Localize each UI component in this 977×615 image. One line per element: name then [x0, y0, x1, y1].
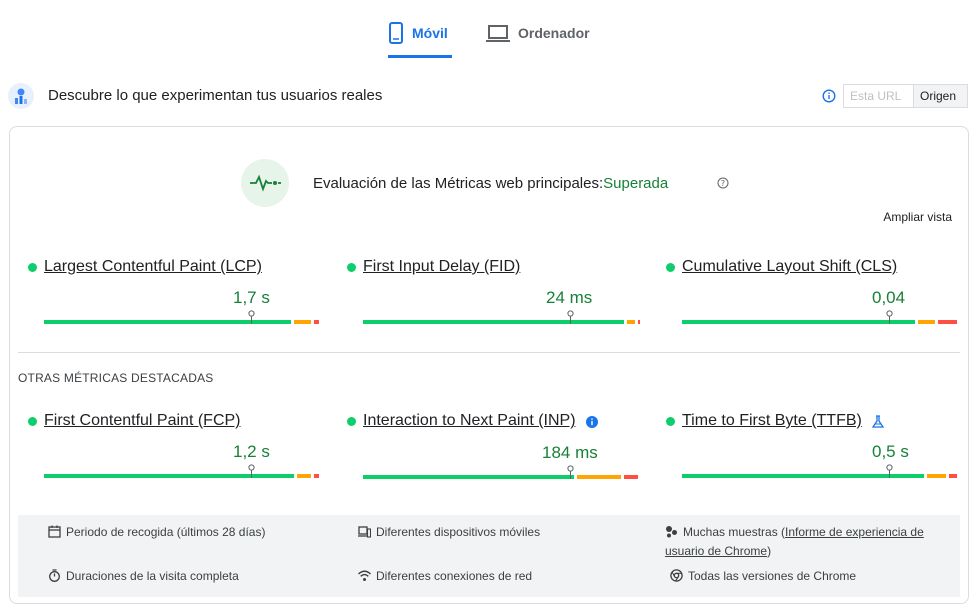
svg-text:?: ? — [721, 179, 725, 188]
footer-devices-label: Diferentes dispositivos móviles — [376, 525, 541, 539]
metric-name-cls[interactable]: Cumulative Layout Shift (CLS) — [682, 258, 897, 276]
footer-durations-label: Duraciones de la visita completa — [66, 569, 239, 583]
metric-fid: First Input Delay (FID) 24 ms — [347, 258, 641, 328]
distribution-poor-segment — [313, 474, 319, 478]
distribution-average-segment — [627, 320, 636, 324]
distribution-good-segment — [363, 320, 625, 324]
metric-value-cls: 0,04 — [872, 288, 906, 307]
metric-value-fcp: 1,2 s — [233, 442, 270, 461]
metric-inp: Interaction to Next Paint (INP) 184 ms — [347, 412, 638, 482]
chrome-icon — [670, 569, 683, 582]
status-dot — [666, 263, 675, 272]
distribution-poor-segment — [638, 320, 641, 324]
distribution-poor-segment — [948, 474, 957, 478]
samples-icon — [666, 526, 677, 538]
metric-ttfb: Time to First Byte (TTFB) 0,5 s — [666, 412, 957, 482]
p75-marker — [886, 310, 893, 324]
status-dot — [347, 417, 356, 426]
status-dot — [28, 417, 37, 426]
other-metrics-heading: OTRAS MÉTRICAS DESTACADAS — [18, 371, 214, 385]
assessment-status: Superada — [603, 175, 669, 192]
status-dot — [666, 417, 675, 426]
p75-marker — [248, 310, 255, 324]
laptop-icon — [486, 25, 510, 42]
distribution-poor-segment — [624, 475, 638, 479]
metric-value-lcp: 1,7 s — [233, 288, 270, 307]
section-divider — [18, 352, 960, 353]
users-chart-icon — [8, 83, 34, 109]
metric-value-inp: 184 ms — [542, 443, 598, 462]
metric-lcp: Largest Contentful Paint (LCP) 1,7 s — [28, 258, 319, 328]
pulse-icon — [241, 159, 289, 207]
expand-view-link[interactable]: Ampliar vista — [883, 210, 952, 224]
distribution-bar — [682, 310, 960, 324]
distribution-poor-segment — [313, 320, 319, 324]
footer-connections-label: Diferentes conexiones de red — [376, 569, 533, 583]
metric-name-ttfb[interactable]: Time to First Byte (TTFB) — [682, 412, 862, 430]
assessment-title: Evaluación de las Métricas web principal… — [313, 175, 668, 192]
device-tabs: Móvil Ordenador — [0, 0, 977, 60]
distribution-average-segment — [294, 320, 311, 324]
distribution-good-segment — [682, 320, 916, 324]
devices-icon — [358, 526, 371, 538]
p75-marker — [567, 310, 574, 324]
metric-cls: Cumulative Layout Shift (CLS) 0,04 — [666, 258, 957, 328]
metric-name-fcp[interactable]: First Contentful Paint (FCP) — [44, 412, 241, 430]
footer-samples: Muchas muestras (Informe de experiencia … — [665, 523, 955, 561]
status-dot — [347, 263, 356, 272]
tab-desktop[interactable]: Ordenador — [486, 22, 596, 58]
footer-chrome-versions: Todas las versiones de Chrome — [670, 567, 856, 586]
data-info-footer: Periodo de recogida (últimos 28 días) Di… — [18, 515, 960, 597]
distribution-bar — [363, 310, 641, 324]
distribution-average-segment — [577, 475, 622, 479]
distribution-bar — [363, 465, 641, 479]
footer-period-label: Periodo de recogida (últimos 28 días) — [66, 525, 266, 539]
metric-name-lcp[interactable]: Largest Contentful Paint (LCP) — [44, 258, 262, 276]
p75-marker — [248, 464, 255, 478]
info-icon[interactable] — [822, 89, 836, 103]
footer-samples-prefix: Muchas muestras ( — [683, 525, 786, 539]
origin-toggle[interactable]: Origen — [913, 84, 968, 108]
help-icon[interactable]: ? — [717, 177, 729, 189]
status-dot — [28, 263, 37, 272]
footer-connections: Diferentes conexiones de red — [358, 567, 532, 586]
cwv-card: Evaluación de las Métricas web principal… — [9, 126, 969, 604]
distribution-average-segment — [926, 474, 946, 478]
distribution-good-segment — [363, 475, 575, 479]
calendar-icon — [48, 525, 61, 538]
smartphone-icon — [389, 22, 403, 44]
wifi-icon — [358, 570, 371, 581]
field-data-header: Descubre lo que experimentan tus usuario… — [0, 82, 977, 112]
footer-period: Periodo de recogida (últimos 28 días) — [48, 523, 265, 542]
footer-chrome-versions-label: Todas las versiones de Chrome — [688, 569, 857, 583]
p75-marker — [567, 465, 574, 479]
metric-name-fid[interactable]: First Input Delay (FID) — [363, 258, 520, 276]
metric-name-inp[interactable]: Interaction to Next Paint (INP) — [363, 412, 576, 430]
field-data-title: Descubre lo que experimentan tus usuario… — [48, 87, 383, 104]
footer-devices: Diferentes dispositivos móviles — [358, 523, 540, 542]
metric-value-ttfb: 0,5 s — [872, 442, 909, 461]
experimental-flask-icon — [871, 415, 885, 428]
distribution-poor-segment — [937, 320, 957, 324]
tab-desktop-label: Ordenador — [518, 25, 590, 41]
footer-samples-suffix: ) — [767, 544, 772, 558]
p75-marker — [886, 464, 893, 478]
distribution-average-segment — [918, 320, 935, 324]
this-url-toggle[interactable]: Esta URL — [843, 84, 914, 108]
metric-fcp: First Contentful Paint (FCP) 1,2 s — [28, 412, 319, 482]
tab-mobile-label: Móvil — [412, 25, 448, 41]
distribution-bar — [682, 464, 960, 478]
distribution-bar — [44, 310, 322, 324]
distribution-bar — [44, 464, 322, 478]
distribution-good-segment — [44, 474, 294, 478]
metric-value-fid: 24 ms — [546, 288, 593, 307]
footer-durations: Duraciones de la visita completa — [48, 567, 239, 586]
tab-mobile[interactable]: Móvil — [388, 22, 452, 58]
info-icon[interactable] — [585, 415, 599, 429]
stopwatch-icon — [49, 569, 60, 582]
assessment-label: Evaluación de las Métricas web principal… — [313, 175, 604, 192]
distribution-average-segment — [296, 474, 311, 478]
